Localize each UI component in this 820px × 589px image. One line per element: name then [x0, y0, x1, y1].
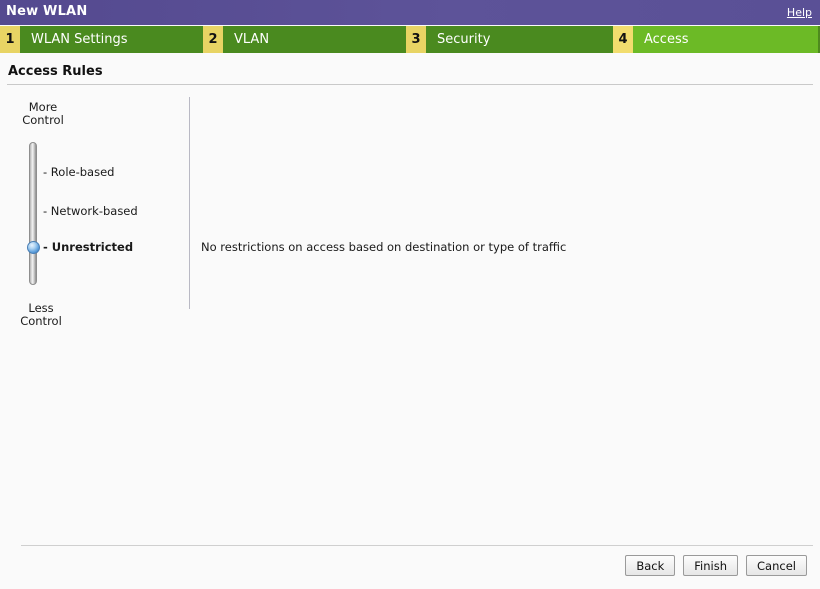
slider-stop-role-based[interactable]: - Role-based — [43, 165, 114, 179]
slider-stop-unrestricted[interactable]: - Unrestricted — [43, 240, 133, 254]
finish-button[interactable]: Finish — [683, 555, 739, 576]
tab-label-access: Access — [633, 26, 818, 53]
slider-caption-less-line2: Control — [20, 314, 62, 328]
back-button[interactable]: Back — [625, 555, 676, 576]
panel-divider — [189, 97, 190, 309]
footer-button-group: Back Finish Cancel — [625, 555, 807, 576]
page-title: Access Rules — [8, 64, 103, 79]
footer-divider — [21, 545, 813, 546]
cancel-button[interactable]: Cancel — [746, 555, 807, 576]
slider-caption-more: More Control — [8, 101, 78, 127]
window-title-bar: New WLAN Help — [0, 0, 820, 25]
window-title: New WLAN — [6, 4, 88, 19]
wizard-step-tabs: 1 WLAN Settings 2 VLAN 3 Security 4 Acce… — [0, 26, 820, 53]
tab-security[interactable]: 3 Security — [406, 26, 613, 53]
slider-track[interactable] — [29, 142, 37, 285]
slider-knob[interactable] — [27, 241, 40, 254]
slider-caption-less: Less Control — [6, 302, 76, 328]
tab-number-1: 1 — [0, 26, 20, 53]
tab-number-2: 2 — [203, 26, 223, 53]
tab-label-wlan-settings: WLAN Settings — [20, 26, 203, 53]
tab-vlan[interactable]: 2 VLAN — [203, 26, 406, 53]
tab-number-3: 3 — [406, 26, 426, 53]
slider-stop-network-based[interactable]: - Network-based — [43, 204, 138, 218]
section-divider — [7, 84, 813, 85]
slider-caption-more-line2: Control — [22, 113, 64, 127]
tab-label-security: Security — [426, 26, 613, 53]
help-link[interactable]: Help — [787, 6, 812, 19]
tab-number-4: 4 — [613, 26, 633, 53]
tab-access[interactable]: 4 Access — [613, 26, 818, 53]
tab-wlan-settings[interactable]: 1 WLAN Settings — [0, 26, 203, 53]
access-control-slider[interactable]: More Control - Role-based - Network-base… — [0, 88, 189, 328]
content-area: More Control - Role-based - Network-base… — [0, 88, 820, 538]
access-rule-description: No restrictions on access based on desti… — [201, 240, 567, 254]
tab-label-vlan: VLAN — [223, 26, 406, 53]
